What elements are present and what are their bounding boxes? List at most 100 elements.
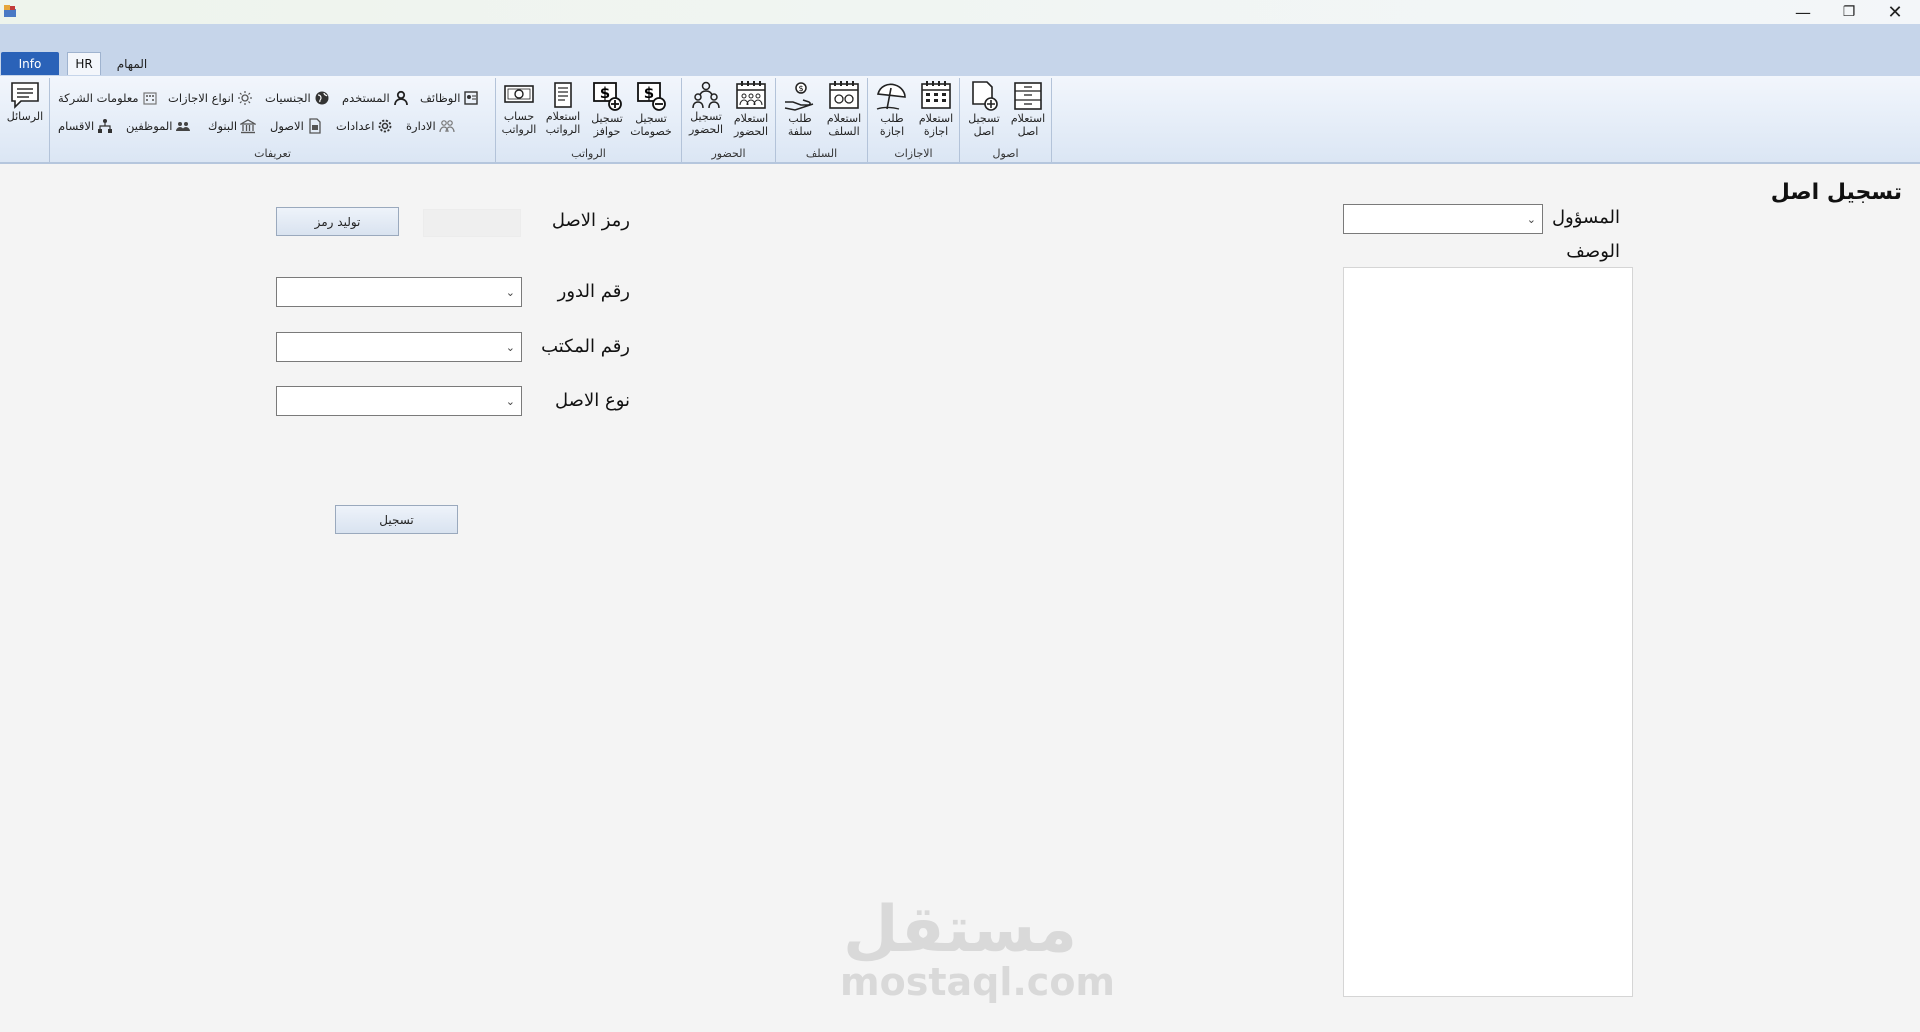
settings-button[interactable]: اعدادات bbox=[336, 116, 393, 136]
record-asset-label-2: اصل bbox=[973, 125, 995, 138]
chevron-down-icon: ⌄ bbox=[1526, 213, 1536, 226]
company-info-button[interactable]: معلومات الشركة bbox=[58, 88, 158, 108]
assets-list-button[interactable]: الاصول bbox=[270, 116, 323, 136]
submit-button[interactable]: تسجيل bbox=[335, 505, 458, 534]
gear-icon bbox=[379, 119, 392, 133]
responsible-label: المسؤول bbox=[1551, 207, 1620, 228]
watermark: مستقل mostaql.com bbox=[840, 893, 1116, 1004]
user-button[interactable]: المستخدم bbox=[342, 88, 409, 108]
calculate-salaries-button[interactable]: حساب الرواتب bbox=[498, 80, 540, 142]
departments-label: الاقسام bbox=[58, 119, 95, 133]
group-label-leaves: الاجازات bbox=[894, 147, 933, 160]
query-leave-button[interactable]: استعلام اجازة bbox=[915, 80, 957, 142]
query-salaries-label-2: الرواتب bbox=[545, 123, 581, 136]
calculate-salaries-label-1: حساب bbox=[503, 110, 535, 123]
assets-list-label: الاصول bbox=[270, 119, 304, 133]
query-asset-button[interactable]: استعلام اصل bbox=[1007, 80, 1049, 142]
request-leave-label-1: طلب bbox=[880, 112, 904, 125]
query-advances-button[interactable]: استعلام السلف bbox=[823, 80, 865, 142]
messages-button[interactable]: الرسائل bbox=[4, 80, 46, 142]
asset-type-select[interactable]: ⌄ bbox=[276, 386, 522, 416]
banks-button[interactable]: البنوك bbox=[208, 116, 257, 136]
leave-types-label: انواع الاجازات bbox=[168, 91, 234, 105]
user-label: المستخدم bbox=[342, 91, 390, 105]
record-attendance-label-2: الحضور bbox=[688, 123, 724, 136]
responsible-select[interactable]: ⌄ bbox=[1343, 204, 1543, 234]
tab-info[interactable]: Info bbox=[1, 52, 59, 75]
svg-text:$: $ bbox=[644, 84, 654, 102]
building-icon bbox=[142, 92, 157, 105]
ribbon-tab-strip: Info HR المهام bbox=[0, 24, 1920, 76]
departments-button[interactable]: الاقسام bbox=[58, 116, 113, 136]
maximize-button[interactable]: ❐ bbox=[1826, 0, 1872, 24]
watermark-arabic: مستقل bbox=[842, 893, 1078, 967]
tab-hr[interactable]: HR bbox=[67, 52, 101, 75]
dollar-minus-icon: $ bbox=[637, 82, 666, 111]
request-leave-button[interactable]: طلب اجازة bbox=[871, 80, 913, 142]
request-advance-label-2: سلفة bbox=[787, 125, 813, 138]
description-textarea[interactable] bbox=[1343, 267, 1633, 997]
leave-types-button[interactable]: انواع الاجازات bbox=[168, 88, 253, 108]
chevron-down-icon: ⌄ bbox=[505, 286, 515, 299]
calendar-coins-icon bbox=[829, 81, 859, 109]
query-leave-label-2: اجازة bbox=[923, 125, 949, 138]
record-bonus-button[interactable]: $ تسجيل حوافز bbox=[586, 80, 628, 142]
messages-label: الرسائل bbox=[6, 110, 44, 123]
record-asset-label-1: تسجيل bbox=[968, 112, 1000, 125]
minimize-button[interactable]: — bbox=[1780, 0, 1826, 24]
request-advance-button[interactable]: $ طلب سلفة bbox=[779, 80, 821, 142]
query-advances-label-2: السلف bbox=[828, 125, 860, 138]
group-label-salaries: الرواتب bbox=[571, 147, 606, 160]
user-icon bbox=[393, 90, 408, 106]
query-attendance-button[interactable]: استعلام الحضور bbox=[730, 80, 772, 142]
record-bonus-label-1: تسجيل bbox=[591, 112, 623, 125]
description-label: الوصف bbox=[1566, 241, 1620, 262]
dollar-plus-icon: $ bbox=[593, 82, 622, 111]
employees-button[interactable]: الموظفين bbox=[126, 116, 191, 136]
group-advances: $ طلب سلفة استعلام السلف السلف bbox=[776, 78, 868, 162]
query-attendance-label-2: الحضور bbox=[733, 125, 769, 138]
receipt-icon bbox=[554, 82, 572, 108]
app-icon bbox=[4, 5, 16, 17]
group-label-assets: اصول bbox=[992, 147, 1019, 160]
record-deductions-button[interactable]: $ تسجيل خصومات bbox=[630, 80, 672, 142]
query-salaries-button[interactable]: استعلام الرواتب bbox=[542, 80, 584, 142]
office-number-select[interactable]: ⌄ bbox=[276, 332, 522, 362]
jobs-label: الوظائف bbox=[420, 91, 461, 105]
chevron-down-icon: ⌄ bbox=[505, 341, 515, 354]
group-assets: تسجيل اصل استعلام اصل اصول bbox=[960, 78, 1052, 162]
jobs-button[interactable]: الوظائف bbox=[420, 88, 479, 108]
record-deductions-label-1: تسجيل bbox=[635, 112, 667, 125]
watermark-latin: mostaql.com bbox=[840, 960, 1116, 1004]
document-icon bbox=[309, 118, 321, 134]
chevron-down-icon: ⌄ bbox=[505, 395, 515, 408]
calendar-icon bbox=[921, 81, 951, 109]
query-advances-label-1: استعلام bbox=[826, 112, 862, 125]
generate-code-button[interactable]: توليد رمز bbox=[276, 207, 399, 236]
file-add-icon bbox=[972, 81, 998, 111]
nationalities-button[interactable]: الجنسيات bbox=[265, 88, 330, 108]
svg-text:$: $ bbox=[600, 84, 610, 102]
company-info-label: معلومات الشركة bbox=[58, 91, 139, 105]
page-title: تسجيل اصل bbox=[1770, 180, 1902, 205]
record-asset-button[interactable]: تسجيل اصل bbox=[963, 80, 1005, 142]
office-number-label: رقم المكتب bbox=[541, 336, 630, 357]
employees-icon bbox=[176, 122, 191, 131]
query-salaries-label-1: استعلام bbox=[545, 110, 581, 123]
group-salaries: حساب الرواتب استعلام الرواتب $ تسجيل حوا… bbox=[496, 78, 682, 162]
query-asset-label-1: استعلام bbox=[1010, 112, 1046, 125]
administration-button[interactable]: الادارة bbox=[406, 116, 455, 136]
group-label-definitions: تعريفات bbox=[254, 147, 291, 160]
tab-tasks[interactable]: المهام bbox=[110, 52, 154, 75]
hand-coin-icon: $ bbox=[784, 82, 814, 111]
floor-number-select[interactable]: ⌄ bbox=[276, 277, 522, 307]
chat-icon bbox=[11, 82, 39, 109]
record-attendance-label-1: تسجيل bbox=[690, 110, 722, 123]
record-attendance-button[interactable]: تسجيل الحضور bbox=[685, 80, 727, 142]
group-definitions: الوظائف المستخدم الجنسيات انواع الاجازات… bbox=[50, 78, 496, 162]
group-label-advances: السلف bbox=[805, 147, 838, 160]
asset-code-label: رمز الاصل bbox=[551, 210, 630, 231]
svg-text:$: $ bbox=[798, 84, 803, 93]
group-leaves: طلب اجازة استعلام اجازة الاجازات bbox=[868, 78, 960, 162]
close-button[interactable]: ✕ bbox=[1872, 0, 1918, 24]
